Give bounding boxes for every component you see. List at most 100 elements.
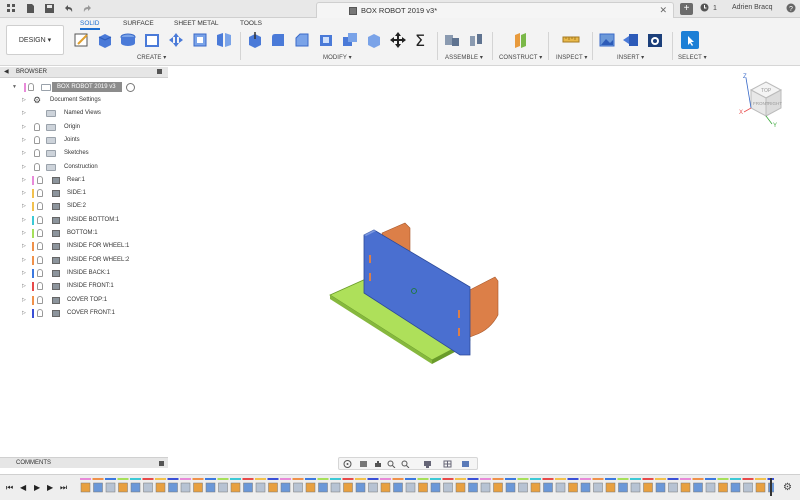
visibility-bulb-icon[interactable] [37, 242, 43, 251]
visibility-bulb-icon[interactable] [37, 215, 43, 224]
visibility-bulb-icon[interactable] [37, 202, 43, 211]
measure-icon[interactable] [562, 31, 580, 49]
inspect-group-label[interactable]: INSPECT ▾ [556, 54, 587, 61]
timeline-feature[interactable] [605, 478, 616, 493]
active-component-radio[interactable] [126, 83, 135, 92]
expand-arrow-icon[interactable]: ▷ [22, 164, 26, 170]
tree-item[interactable]: ▷ Sketches [0, 148, 170, 160]
timeline-feature[interactable] [317, 478, 329, 493]
create-group-label[interactable]: CREATE ▾ [137, 54, 166, 61]
modify-group-label[interactable]: MODIFY ▾ [323, 54, 352, 61]
pin-icon[interactable] [159, 461, 164, 466]
expand-arrow-icon[interactable]: ▷ [22, 97, 26, 103]
expand-arrow-icon[interactable]: ▷ [22, 230, 26, 236]
fillet-icon[interactable] [269, 31, 287, 49]
workspace-switcher[interactable]: DESIGN ▾ [6, 25, 64, 55]
redo-icon[interactable] [82, 3, 93, 14]
timeline-feature[interactable] [505, 478, 516, 493]
timeline-feature[interactable] [567, 478, 579, 493]
timeline-feature[interactable] [730, 478, 741, 493]
timeline-feature[interactable] [292, 478, 304, 493]
pan-icon[interactable] [373, 460, 382, 468]
timeline-feature[interactable] [80, 478, 91, 493]
grid-settings-icon[interactable] [443, 460, 452, 468]
timeline-feature[interactable] [455, 478, 466, 493]
visibility-bulb-icon[interactable] [34, 122, 40, 131]
shell-icon[interactable] [191, 31, 209, 49]
timeline-feature[interactable] [417, 478, 429, 493]
timeline-feature[interactable] [255, 478, 266, 493]
visibility-bulb-icon[interactable] [37, 189, 43, 198]
tab-sheet-metal[interactable]: SHEET METAL [174, 20, 219, 27]
timeline-feature[interactable] [705, 478, 716, 493]
select-group-label[interactable]: SELECT ▾ [678, 54, 707, 61]
viewcube[interactable]: TOP FRONT RIGHT Z X Y [738, 72, 788, 132]
timeline-feature[interactable] [667, 478, 679, 493]
visibility-bulb-icon[interactable] [37, 255, 43, 264]
timeline-next-icon[interactable]: ▶ [47, 483, 53, 492]
close-tab-icon[interactable]: ✕ [659, 5, 667, 16]
revolve-icon[interactable] [119, 31, 137, 49]
timeline-settings-gear-icon[interactable]: ⚙ [783, 482, 792, 493]
timeline-feature[interactable] [217, 478, 229, 493]
timeline-feature[interactable] [467, 478, 479, 493]
timeline-feature[interactable] [367, 478, 379, 493]
combine-icon[interactable] [341, 31, 359, 49]
timeline-feature[interactable] [717, 478, 729, 493]
tree-root[interactable]: ▼ BOX ROBOT 2019 v3 [0, 82, 170, 94]
timeline-feature[interactable] [192, 478, 204, 493]
tab-tools[interactable]: TOOLS [240, 20, 262, 27]
visibility-bulb-icon[interactable] [34, 162, 40, 171]
tree-item[interactable]: ▷ Construction [0, 162, 170, 174]
parameters-icon[interactable]: Σ [413, 31, 431, 50]
insert-image-icon[interactable] [598, 31, 616, 49]
notification-count[interactable]: 1 [713, 5, 717, 12]
visibility-bulb-icon[interactable] [28, 83, 34, 91]
tab-surface[interactable]: SURFACE [123, 20, 154, 27]
timeline-feature[interactable] [355, 478, 366, 493]
timeline-feature[interactable] [592, 478, 604, 493]
tree-item[interactable]: ▷ Origin [0, 122, 170, 134]
create-sketch-icon[interactable] [73, 31, 91, 49]
timeline-first-icon[interactable]: ⏮ [6, 483, 13, 493]
mirror-icon[interactable] [215, 31, 233, 49]
timeline-feature[interactable] [380, 478, 391, 493]
timeline-feature[interactable] [642, 478, 654, 493]
expand-arrow-icon[interactable]: ▷ [22, 150, 26, 156]
collapse-arrow-icon[interactable]: ◀ [4, 68, 9, 75]
look-at-icon[interactable] [359, 460, 368, 468]
comments-panel-header[interactable]: COMMENTS [0, 457, 168, 468]
timeline-feature[interactable] [155, 478, 166, 493]
visibility-bulb-icon[interactable] [37, 229, 43, 237]
timeline-feature[interactable] [392, 478, 404, 493]
insert-group-label[interactable]: INSERT ▾ [617, 54, 644, 61]
timeline-feature[interactable] [630, 478, 641, 493]
tree-item[interactable]: ▷ SIDE:2 [0, 201, 170, 213]
timeline-feature[interactable] [280, 478, 291, 493]
timeline-feature[interactable] [405, 478, 416, 493]
timeline-feature-strip[interactable] [80, 478, 774, 498]
visibility-bulb-icon[interactable] [37, 268, 43, 277]
expand-arrow-icon[interactable]: ▷ [22, 243, 26, 249]
timeline-feature[interactable] [655, 478, 666, 493]
timeline-feature[interactable] [205, 478, 216, 493]
timeline-feature[interactable] [230, 478, 241, 493]
move-copy-icon[interactable] [167, 31, 185, 49]
timeline-marker[interactable] [770, 478, 772, 496]
expand-arrow-icon[interactable]: ▷ [22, 270, 26, 276]
visibility-bulb-icon[interactable] [37, 295, 43, 304]
timeline-feature[interactable] [530, 478, 541, 493]
move-icon[interactable] [389, 31, 407, 49]
timeline-prev-icon[interactable]: ◀ [20, 483, 26, 492]
tree-item[interactable]: ▷ BOTTOM:1 [0, 228, 170, 240]
timeline-feature[interactable] [267, 478, 279, 493]
display-settings-icon[interactable] [423, 460, 432, 468]
zoom-icon[interactable] [387, 460, 396, 469]
expand-arrow-icon[interactable]: ▷ [22, 257, 26, 263]
extrude-icon[interactable] [96, 31, 114, 49]
timeline-feature[interactable] [142, 478, 154, 493]
visibility-bulb-icon[interactable] [34, 135, 40, 144]
undo-icon[interactable] [63, 3, 74, 14]
document-tab[interactable]: BOX ROBOT 2019 v3* ✕ [316, 2, 674, 18]
viewports-icon[interactable] [461, 460, 470, 468]
